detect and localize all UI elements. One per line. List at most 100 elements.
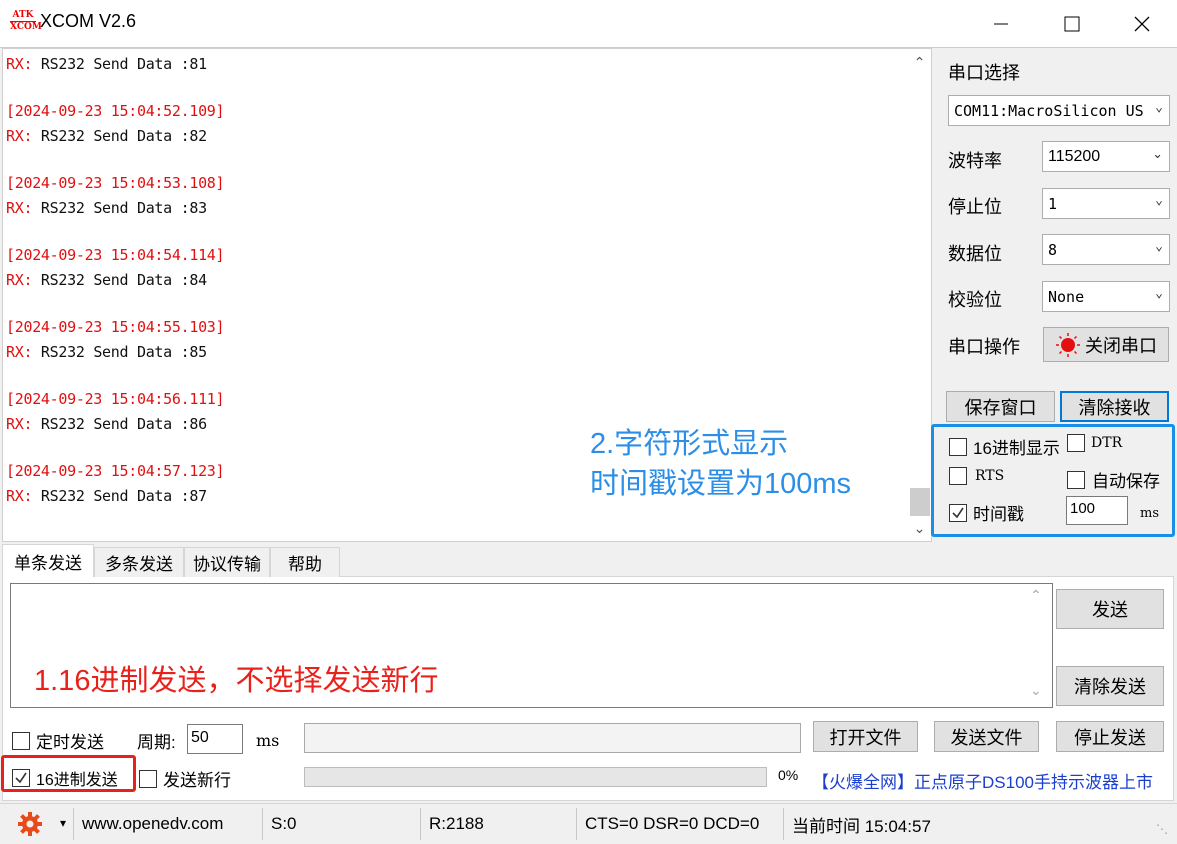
- data-bits-select[interactable]: 8 ⌄: [1042, 234, 1170, 265]
- minimize-icon: [994, 23, 1008, 24]
- close-port-button[interactable]: 关闭串口: [1043, 327, 1169, 362]
- receive-timestamp: [2024-09-23 15:04:54.114]: [6, 246, 225, 264]
- send-progress-bar: [304, 767, 767, 787]
- receive-line: RX: RS232 Send Data :87: [6, 487, 207, 505]
- parity-label: 校验位: [948, 290, 1002, 310]
- clear-receive-label: 清除接收: [1078, 397, 1151, 418]
- annotation-hex-send: 1.16进制发送，不选择发送新行: [34, 665, 439, 697]
- chevron-down-icon: ⌄: [1155, 100, 1163, 115]
- status-website[interactable]: www.openedv.com: [73, 808, 258, 840]
- rx-text: RS232 Send Data :84: [32, 271, 207, 289]
- timed-send-label: 定时发送: [36, 733, 104, 752]
- period-input[interactable]: 50: [187, 724, 243, 754]
- scroll-down-icon[interactable]: ⌄: [908, 518, 931, 540]
- data-bits-value: 8: [1048, 240, 1058, 259]
- scroll-up-icon[interactable]: ⌃: [908, 52, 931, 74]
- ad-link[interactable]: 【火爆全网】正点原子DS100手持示波器上市: [812, 768, 1153, 793]
- receive-timestamp: [2024-09-23 15:04:55.103]: [6, 318, 225, 336]
- close-port-label: 关闭串口: [1085, 335, 1157, 356]
- rx-prefix: RX:: [6, 127, 33, 145]
- rx-prefix: RX:: [6, 487, 33, 505]
- gear-menu-dropdown-icon[interactable]: ▾: [60, 816, 66, 830]
- maximize-icon: [1064, 16, 1080, 31]
- port-select[interactable]: COM11:MacroSilicon US ⌄: [948, 95, 1170, 126]
- stop-send-label: 停止发送: [1074, 727, 1146, 748]
- rx-text: RS232 Send Data :82: [32, 127, 207, 145]
- status-line-states: CTS=0 DSR=0 DCD=0: [576, 808, 782, 840]
- rx-prefix: RX:: [6, 271, 33, 289]
- tab-label: 帮助: [288, 555, 322, 574]
- rx-text: RS232 Send Data :87: [32, 487, 207, 505]
- tab-help[interactable]: 帮助: [270, 547, 340, 577]
- clear-receive-button[interactable]: 清除接收: [1060, 391, 1169, 422]
- tab-protocol[interactable]: 协议传输: [184, 547, 270, 577]
- baud-rate-select[interactable]: 115200 ⌄: [1042, 141, 1170, 172]
- stop-bits-select[interactable]: 1 ⌄: [1042, 188, 1170, 219]
- baud-rate-value: 115200: [1048, 147, 1101, 165]
- stop-bits-label: 停止位: [948, 197, 1002, 217]
- stop-send-button[interactable]: 停止发送: [1056, 721, 1164, 752]
- send-scroll-down-icon[interactable]: ⌄: [1030, 683, 1042, 699]
- send-label: 发送: [1092, 600, 1128, 620]
- annotation-highlight-box: [1, 755, 136, 792]
- rx-text: RS232 Send Data :86: [32, 415, 207, 433]
- save-window-label: 保存窗口: [964, 397, 1037, 418]
- rx-text: RS232 Send Data :83: [32, 199, 207, 217]
- status-received-count: R:2188: [420, 808, 575, 840]
- resize-grip-icon[interactable]: ⋱: [1156, 822, 1168, 836]
- rx-prefix: RX:: [6, 199, 33, 217]
- tab-label: 协议传输: [193, 555, 261, 574]
- send-scroll-up-icon[interactable]: ⌃: [1030, 588, 1042, 604]
- tab-multi-send[interactable]: 多条发送: [94, 547, 184, 577]
- open-file-label: 打开文件: [829, 727, 902, 748]
- timed-send-checkbox[interactable]: 定时发送: [12, 728, 104, 753]
- chevron-down-icon: ⌄: [1152, 146, 1163, 161]
- receive-timestamp: [2024-09-23 15:04:57.123]: [6, 462, 225, 480]
- parity-value: None: [1048, 287, 1085, 306]
- tab-label: 多条发送: [105, 555, 173, 574]
- app-logo-icon: ATK XCOM: [10, 10, 42, 34]
- logo-top-text: ATK: [12, 10, 34, 20]
- receive-timestamp: [2024-09-23 15:04:52.109]: [6, 102, 225, 120]
- annotation-line: 2.字符形式显示: [590, 428, 789, 460]
- file-path-input[interactable]: [304, 723, 801, 753]
- send-newline-checkbox[interactable]: 发送新行: [139, 766, 231, 791]
- clear-send-button[interactable]: 清除发送: [1056, 666, 1164, 706]
- receive-line: RX: RS232 Send Data :85: [6, 343, 207, 361]
- parity-select[interactable]: None ⌄: [1042, 281, 1170, 312]
- gear-icon: [18, 812, 42, 836]
- receive-scrollbar[interactable]: [908, 49, 931, 541]
- chevron-down-icon: ⌄: [1155, 193, 1163, 208]
- port-status-led-icon: [1056, 332, 1080, 357]
- status-sent-count: S:0: [262, 808, 417, 840]
- settings-gear-icon[interactable]: [16, 810, 46, 838]
- open-file-button[interactable]: 打开文件: [813, 721, 918, 752]
- progress-percent: 0%: [778, 767, 799, 783]
- tab-single-send[interactable]: 单条发送: [2, 544, 94, 577]
- checkbox-box: [12, 731, 30, 750]
- save-window-button[interactable]: 保存窗口: [946, 391, 1055, 422]
- close-icon: [1134, 16, 1150, 31]
- annotation-display-settings: 2.字符形式显示 时间戳设置为100ms: [590, 424, 851, 504]
- receive-timestamp: [2024-09-23 15:04:53.108]: [6, 174, 225, 192]
- send-file-button[interactable]: 发送文件: [934, 721, 1039, 752]
- minimize-button[interactable]: [967, 0, 1035, 47]
- rx-prefix: RX:: [6, 415, 33, 433]
- maximize-button[interactable]: [1038, 0, 1106, 47]
- clear-send-label: 清除发送: [1074, 677, 1146, 697]
- close-window-button[interactable]: [1108, 0, 1176, 47]
- receive-timestamp: [2024-09-23 15:04:56.111]: [6, 390, 225, 408]
- tab-label: 单条发送: [14, 553, 82, 573]
- scroll-thumb[interactable]: [910, 488, 930, 516]
- rx-prefix: RX:: [6, 343, 33, 361]
- port-operation-label: 串口操作: [948, 337, 1020, 357]
- checkbox-box: [139, 769, 157, 788]
- logo-bottom-text: XCOM: [10, 21, 42, 32]
- send-button[interactable]: 发送: [1056, 589, 1164, 629]
- receive-line: RX: RS232 Send Data :86: [6, 415, 207, 433]
- receive-line: RX: RS232 Send Data :81: [6, 55, 207, 73]
- annotation-highlight-box: [931, 424, 1175, 537]
- rx-text: RS232 Send Data :81: [32, 55, 207, 73]
- port-select-value: COM11:MacroSilicon US: [954, 101, 1144, 120]
- period-unit-label: ms: [256, 731, 280, 750]
